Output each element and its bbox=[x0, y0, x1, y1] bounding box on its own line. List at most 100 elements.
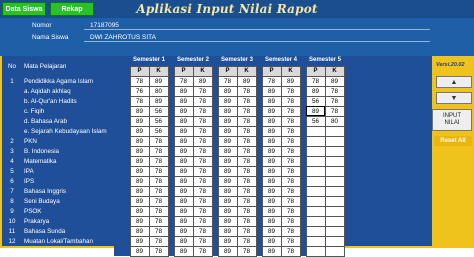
grade-cell-sem3-k[interactable]: 78 bbox=[236, 135, 257, 147]
grade-cell-sem1-p[interactable]: 89 bbox=[129, 215, 150, 227]
grade-cell-sem4-p[interactable]: 89 bbox=[261, 205, 282, 217]
grade-cell-sem1-k[interactable]: 78 bbox=[148, 155, 169, 167]
scroll-up-button[interactable]: ▲ bbox=[436, 76, 472, 88]
grade-cell-sem5-k[interactable]: 78 bbox=[324, 85, 345, 97]
grade-cell-sem2-p[interactable]: 89 bbox=[173, 225, 194, 237]
grade-cell-sem5-p[interactable] bbox=[305, 125, 326, 137]
grade-cell-sem3-k[interactable]: 78 bbox=[236, 185, 257, 197]
grade-cell-sem3-p[interactable]: 89 bbox=[217, 105, 238, 117]
grade-cell-sem5-k[interactable] bbox=[324, 155, 345, 167]
grade-cell-sem4-k[interactable]: 78 bbox=[280, 155, 301, 167]
grade-cell-sem4-p[interactable]: 89 bbox=[261, 85, 282, 97]
grade-cell-sem5-p[interactable] bbox=[305, 225, 326, 237]
grade-cell-sem1-k[interactable]: 78 bbox=[148, 135, 169, 147]
grade-cell-sem4-k[interactable]: 78 bbox=[280, 145, 301, 157]
grade-cell-sem3-p[interactable]: 89 bbox=[217, 215, 238, 227]
grade-cell-sem3-p[interactable]: 89 bbox=[217, 125, 238, 137]
grade-cell-sem5-k[interactable] bbox=[324, 225, 345, 237]
grade-cell-sem1-k[interactable]: 78 bbox=[148, 195, 169, 207]
grade-cell-sem2-p[interactable]: 89 bbox=[173, 205, 194, 217]
grade-cell-sem2-p[interactable]: 78 bbox=[173, 75, 194, 87]
grade-cell-sem5-p[interactable] bbox=[305, 155, 326, 167]
grade-cell-sem1-k[interactable]: 78 bbox=[148, 185, 169, 197]
grade-cell-sem5-k[interactable] bbox=[324, 145, 345, 157]
grade-cell-sem1-p[interactable]: 76 bbox=[129, 85, 150, 97]
grade-cell-sem1-k[interactable]: 78 bbox=[148, 235, 169, 247]
grade-cell-sem1-k[interactable]: 78 bbox=[148, 215, 169, 227]
grade-cell-sem2-k[interactable]: 78 bbox=[192, 165, 213, 177]
grade-cell-sem4-k[interactable]: 78 bbox=[280, 165, 301, 177]
grade-cell-sem2-k[interactable]: 78 bbox=[192, 125, 213, 137]
grade-cell-sem3-p[interactable]: 89 bbox=[217, 225, 238, 237]
grade-cell-sem3-p[interactable]: 89 bbox=[217, 115, 238, 127]
grade-cell-sem5-p[interactable] bbox=[305, 235, 326, 247]
grade-cell-sem2-k[interactable]: 78 bbox=[192, 175, 213, 187]
grade-cell-sem2-p[interactable]: 89 bbox=[173, 135, 194, 147]
grade-cell-sem3-p[interactable]: 89 bbox=[217, 195, 238, 207]
grade-cell-sem1-k[interactable]: 80 bbox=[148, 85, 169, 97]
grade-cell-sem2-p[interactable]: 89 bbox=[173, 115, 194, 127]
grade-cell-sem3-p[interactable]: 89 bbox=[217, 165, 238, 177]
grade-cell-sem2-k[interactable]: 78 bbox=[192, 155, 213, 167]
grade-cell-sem2-p[interactable]: 89 bbox=[173, 165, 194, 177]
grade-cell-sem4-k[interactable]: 78 bbox=[280, 185, 301, 197]
grade-cell-sem5-k[interactable] bbox=[324, 165, 345, 177]
grade-cell-sem4-p[interactable]: 89 bbox=[261, 195, 282, 207]
grade-cell-sem5-k[interactable]: 78 bbox=[324, 105, 345, 117]
grade-cell-sem4-k[interactable]: 78 bbox=[280, 175, 301, 187]
grade-cell-sem5-p[interactable] bbox=[305, 135, 326, 147]
grade-cell-sem5-k[interactable] bbox=[324, 195, 345, 207]
grade-cell-sem1-k[interactable]: 89 bbox=[148, 95, 169, 107]
grade-cell-sem1-k[interactable]: 56 bbox=[148, 105, 169, 117]
grade-cell-sem5-p[interactable] bbox=[305, 165, 326, 177]
grade-cell-sem3-k[interactable]: 78 bbox=[236, 195, 257, 207]
grade-cell-sem5-k[interactable] bbox=[324, 125, 345, 137]
grade-cell-sem1-p[interactable]: 78 bbox=[129, 95, 150, 107]
grade-cell-sem5-p[interactable] bbox=[305, 185, 326, 197]
grade-cell-sem4-p[interactable]: 78 bbox=[261, 75, 282, 87]
grade-cell-sem5-k[interactable] bbox=[324, 175, 345, 187]
grade-cell-sem3-k[interactable]: 78 bbox=[236, 225, 257, 237]
reset-all-button[interactable]: Reset All bbox=[434, 136, 472, 146]
grade-cell-sem1-k[interactable]: 78 bbox=[148, 165, 169, 177]
grade-cell-sem4-p[interactable]: 89 bbox=[261, 235, 282, 247]
grade-cell-sem4-p[interactable]: 89 bbox=[261, 105, 282, 117]
grade-cell-sem4-k[interactable]: 78 bbox=[280, 85, 301, 97]
grade-cell-sem4-p[interactable]: 89 bbox=[261, 95, 282, 107]
grade-cell-sem2-k[interactable]: 78 bbox=[192, 95, 213, 107]
grade-cell-sem1-p[interactable]: 89 bbox=[129, 205, 150, 217]
grade-cell-sem1-p[interactable]: 89 bbox=[129, 135, 150, 147]
nama-field[interactable]: DWI ZAHROTUS SITA bbox=[90, 34, 156, 41]
grade-cell-sem1-p[interactable]: 89 bbox=[129, 185, 150, 197]
grade-cell-sem1-p[interactable]: 89 bbox=[129, 235, 150, 247]
grade-cell-sem3-k[interactable]: 78 bbox=[236, 95, 257, 107]
grade-cell-sem1-k[interactable]: 78 bbox=[148, 145, 169, 157]
grade-cell-sem3-k[interactable]: 78 bbox=[236, 165, 257, 177]
grade-cell-sem5-p[interactable] bbox=[305, 175, 326, 187]
grade-cell-sem4-p[interactable]: 89 bbox=[261, 155, 282, 167]
grade-cell-sem5-k[interactable] bbox=[324, 205, 345, 217]
grade-cell-sem4-p[interactable]: 89 bbox=[261, 225, 282, 237]
grade-cell-sem2-p[interactable]: 89 bbox=[173, 95, 194, 107]
grade-cell-sem3-k[interactable]: 78 bbox=[236, 145, 257, 157]
grade-cell-sem3-p[interactable]: 89 bbox=[217, 185, 238, 197]
grade-cell-sem4-p[interactable]: 89 bbox=[261, 215, 282, 227]
grade-cell-sem1-k[interactable]: 78 bbox=[148, 225, 169, 237]
grade-cell-sem3-p[interactable]: 89 bbox=[217, 155, 238, 167]
grade-cell-sem5-k[interactable] bbox=[324, 185, 345, 197]
grade-cell-sem2-k[interactable]: 78 bbox=[192, 225, 213, 237]
grade-cell-sem2-k[interactable]: 78 bbox=[192, 235, 213, 247]
grade-cell-sem2-k[interactable]: 78 bbox=[192, 135, 213, 147]
grade-cell-sem5-p[interactable] bbox=[305, 205, 326, 217]
grade-cell-sem1-p[interactable]: 89 bbox=[129, 125, 150, 137]
grade-cell-sem2-p[interactable]: 89 bbox=[173, 105, 194, 117]
grade-cell-sem4-p[interactable]: 89 bbox=[261, 185, 282, 197]
grade-cell-sem5-p[interactable] bbox=[305, 145, 326, 157]
grade-cell-sem2-k[interactable]: 78 bbox=[192, 185, 213, 197]
grade-cell-sem1-k[interactable]: 56 bbox=[148, 125, 169, 137]
grade-cell-sem1-p[interactable]: 89 bbox=[129, 165, 150, 177]
grade-cell-sem2-p[interactable]: 89 bbox=[173, 235, 194, 247]
grade-cell-sem4-p[interactable]: 89 bbox=[261, 115, 282, 127]
grade-cell-sem5-p[interactable]: 56 bbox=[305, 95, 326, 107]
grade-cell-sem2-k[interactable]: 89 bbox=[192, 75, 213, 87]
